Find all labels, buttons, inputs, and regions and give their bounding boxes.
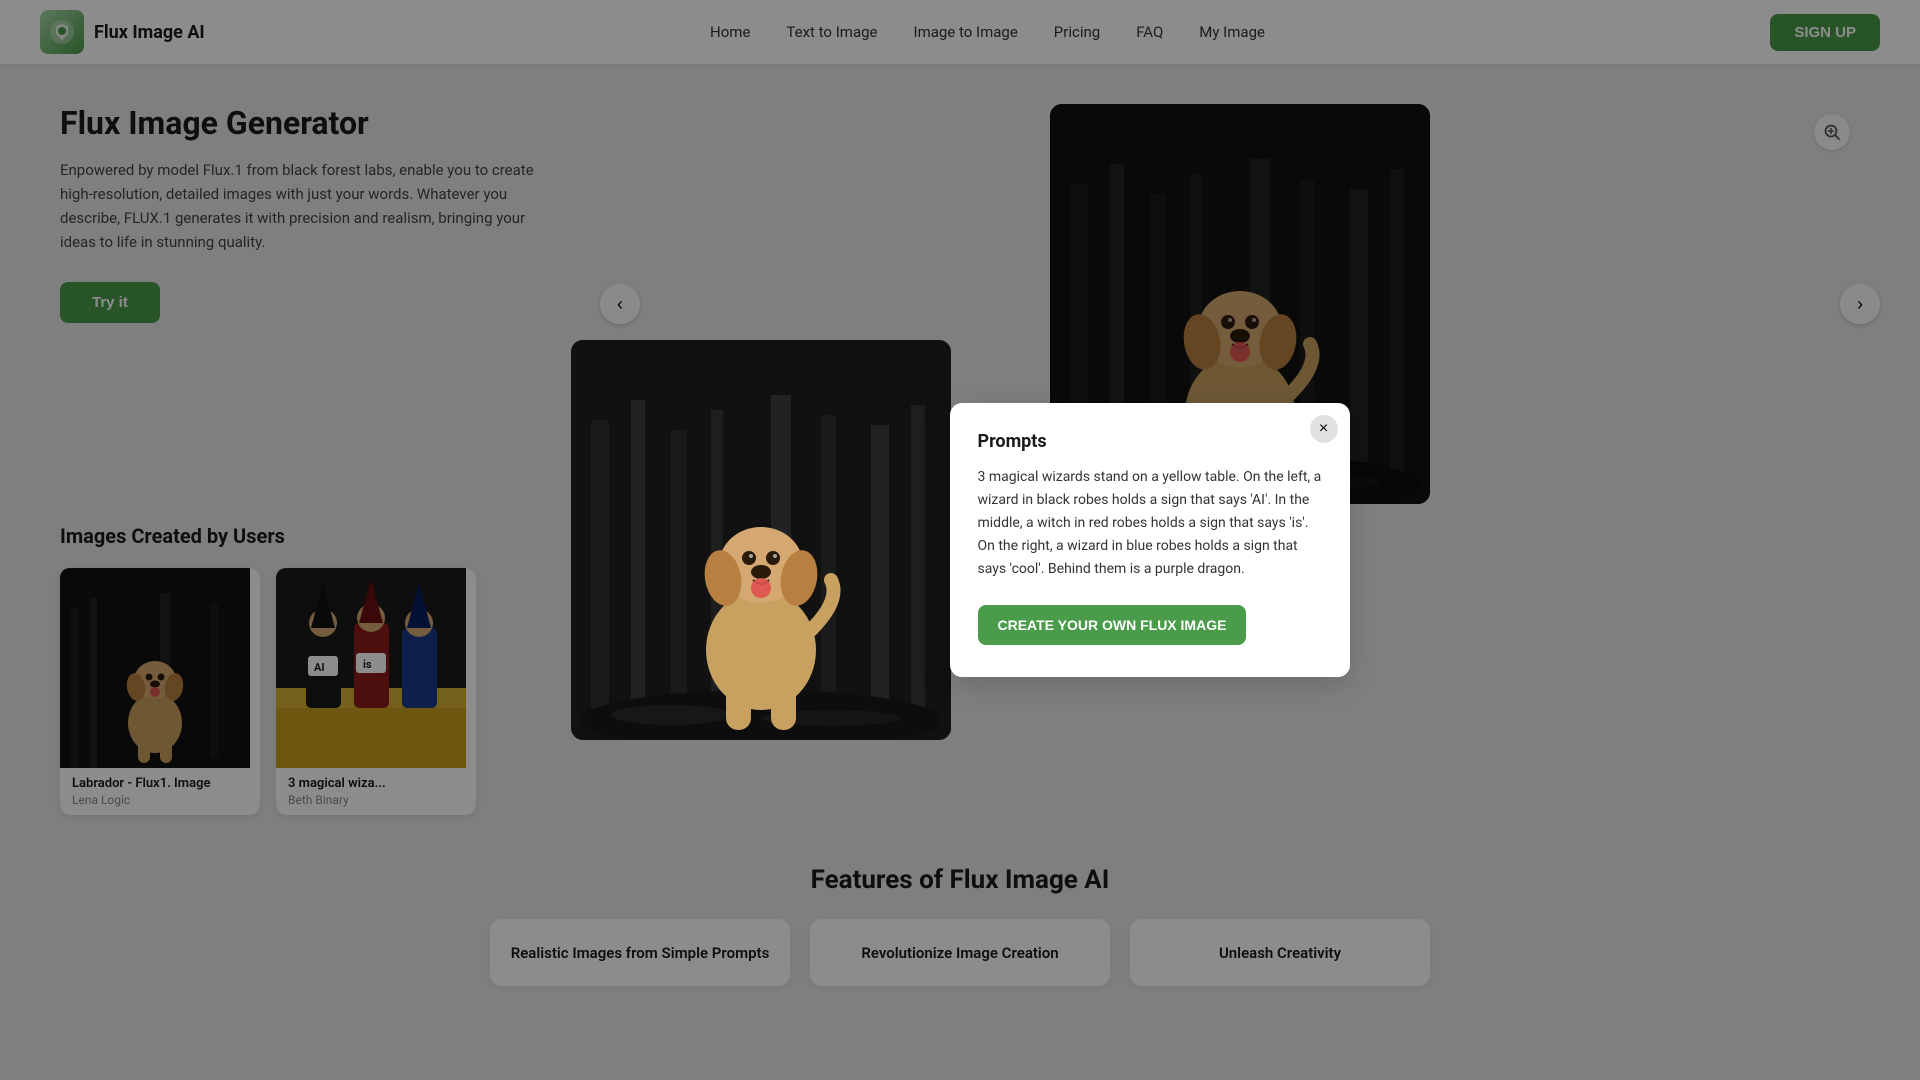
modal-prompt-text: 3 magical wizards stand on a yellow tabl… <box>978 466 1322 581</box>
modal-close-button[interactable]: × <box>1310 415 1338 443</box>
modal-overlay[interactable]: × Prompts 3 magical wizards stand on a y… <box>0 0 1920 1080</box>
modal-title: Prompts <box>978 431 1322 452</box>
modal-panel: × Prompts 3 magical wizards stand on a y… <box>950 403 1350 677</box>
modal-image <box>571 340 951 740</box>
modal-cta-button[interactable]: CREATE YOUR OWN FLUX IMAGE <box>978 605 1247 645</box>
